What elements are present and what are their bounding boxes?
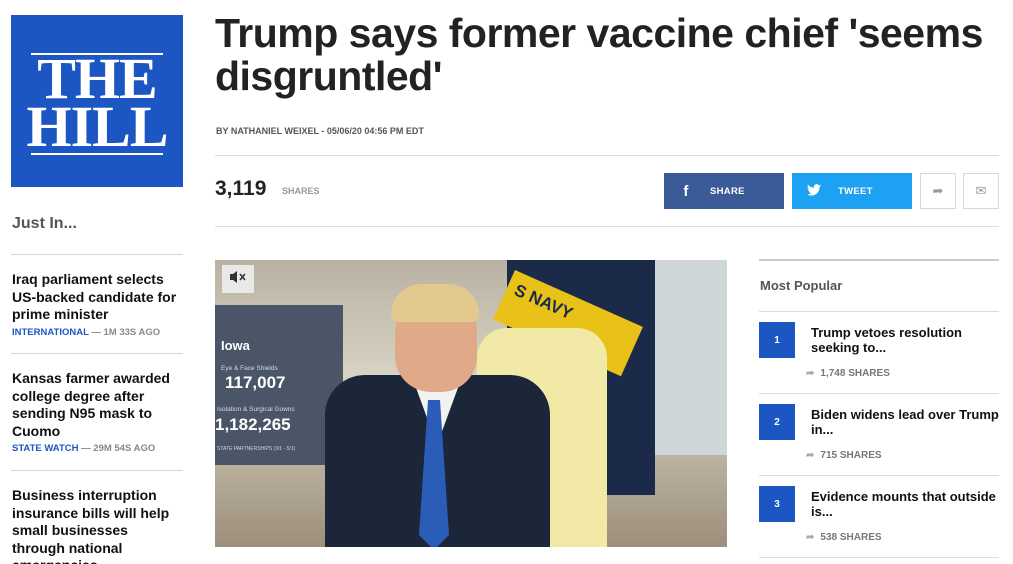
- panel-footer: STATE PARTNERSHIPS (3/1 - 5/1): [217, 446, 296, 452]
- list-item[interactable]: Business interruption insurance bills wi…: [12, 487, 184, 564]
- mail-icon: ✉: [975, 183, 987, 198]
- share-arrow-icon: ➦: [806, 450, 815, 461]
- popular-shares: ➦ 538 SHARES: [806, 532, 882, 543]
- video-window: [655, 260, 727, 455]
- news-headline[interactable]: Iraq parliament selects US-backed candid…: [12, 271, 184, 324]
- news-headline[interactable]: Kansas farmer awarded college degree aft…: [12, 370, 184, 440]
- article-byline: BY NATHANIEL WEIXEL - 05/06/20 04:56 PM …: [216, 126, 424, 136]
- divider: [11, 353, 183, 354]
- panel-value-1: 117,007: [225, 373, 286, 392]
- popular-rank: 3: [759, 486, 795, 522]
- divider: [215, 155, 999, 156]
- divider: [759, 557, 999, 558]
- list-item[interactable]: Kansas farmer awarded college degree aft…: [12, 370, 184, 454]
- divider: [759, 259, 999, 261]
- email-share-button[interactable]: ✉: [963, 173, 999, 209]
- popular-rank: 2: [759, 404, 795, 440]
- popular-headline[interactable]: Trump vetoes resolution seeking to...: [811, 325, 999, 355]
- twitter-icon: [792, 183, 836, 200]
- popular-shares-count: 1,748 SHARES: [820, 368, 890, 379]
- video-player[interactable]: S NAVY Iowa Eye & Face Shields 117,007 I…: [215, 260, 727, 547]
- facebook-icon: f: [683, 182, 689, 200]
- panel-title: Iowa: [221, 338, 250, 353]
- news-category[interactable]: STATE WATCH: [12, 443, 79, 454]
- logo-text: THE HILL: [11, 50, 183, 159]
- news-time: 29M 54S AGO: [93, 443, 156, 454]
- twitter-share-button[interactable]: TWEET: [792, 173, 912, 209]
- popular-headline[interactable]: Evidence mounts that outside is...: [811, 489, 999, 519]
- popular-shares-count: 538 SHARES: [820, 532, 882, 543]
- logo-rule-bottom: [31, 153, 163, 155]
- facebook-share-button[interactable]: f SHARE: [664, 173, 784, 209]
- share-arrow-icon: ➦: [806, 368, 815, 379]
- panel-label-2: Isolation & Surgical Gowns: [217, 406, 295, 413]
- divider: [11, 470, 183, 471]
- logo-line2: HILL: [26, 94, 168, 159]
- site-logo[interactable]: THE HILL: [11, 15, 183, 187]
- article-headline: Trump says former vaccine chief 'seems d…: [215, 10, 983, 99]
- popular-shares: ➦ 1,748 SHARES: [806, 368, 890, 379]
- news-meta: STATE WATCH — 29M 54S AGO: [12, 443, 156, 454]
- video-info-panel: Iowa Eye & Face Shields 117,007 Isolatio…: [215, 305, 343, 465]
- share-arrow-icon: ➦: [806, 532, 815, 543]
- share-count-label: SHARES: [282, 186, 320, 196]
- share-arrow-icon: ➦: [932, 183, 944, 198]
- divider: [759, 393, 999, 394]
- mute-button[interactable]: [222, 265, 254, 293]
- divider: [215, 226, 999, 227]
- news-category[interactable]: INTERNATIONAL: [12, 327, 89, 338]
- divider: [759, 311, 999, 312]
- news-meta: INTERNATIONAL — 1M 33S AGO: [12, 326, 161, 338]
- most-popular-heading: Most Popular: [760, 278, 843, 293]
- popular-shares-count: 715 SHARES: [820, 450, 882, 461]
- popular-rank: 1: [759, 322, 795, 358]
- just-in-heading: Just In...: [12, 215, 77, 232]
- divider: [759, 475, 999, 476]
- popular-headline[interactable]: Biden widens lead over Trump in...: [811, 407, 999, 437]
- video-person-hair: [391, 284, 479, 322]
- panel-value-2: 1,182,265: [215, 415, 291, 434]
- twitter-share-label: TWEET: [838, 185, 873, 197]
- list-item[interactable]: Iraq parliament selects US-backed candid…: [12, 271, 184, 338]
- share-count: 3,119: [215, 177, 267, 200]
- divider: [11, 254, 183, 255]
- facebook-share-label: SHARE: [710, 185, 745, 197]
- news-time: 1M 33S AGO: [103, 326, 161, 338]
- news-headline[interactable]: Business interruption insurance bills wi…: [12, 487, 184, 564]
- mute-icon: [229, 270, 247, 288]
- panel-label-1: Eye & Face Shields: [221, 365, 278, 372]
- more-share-button[interactable]: ➦: [920, 173, 956, 209]
- popular-shares: ➦ 715 SHARES: [806, 450, 882, 461]
